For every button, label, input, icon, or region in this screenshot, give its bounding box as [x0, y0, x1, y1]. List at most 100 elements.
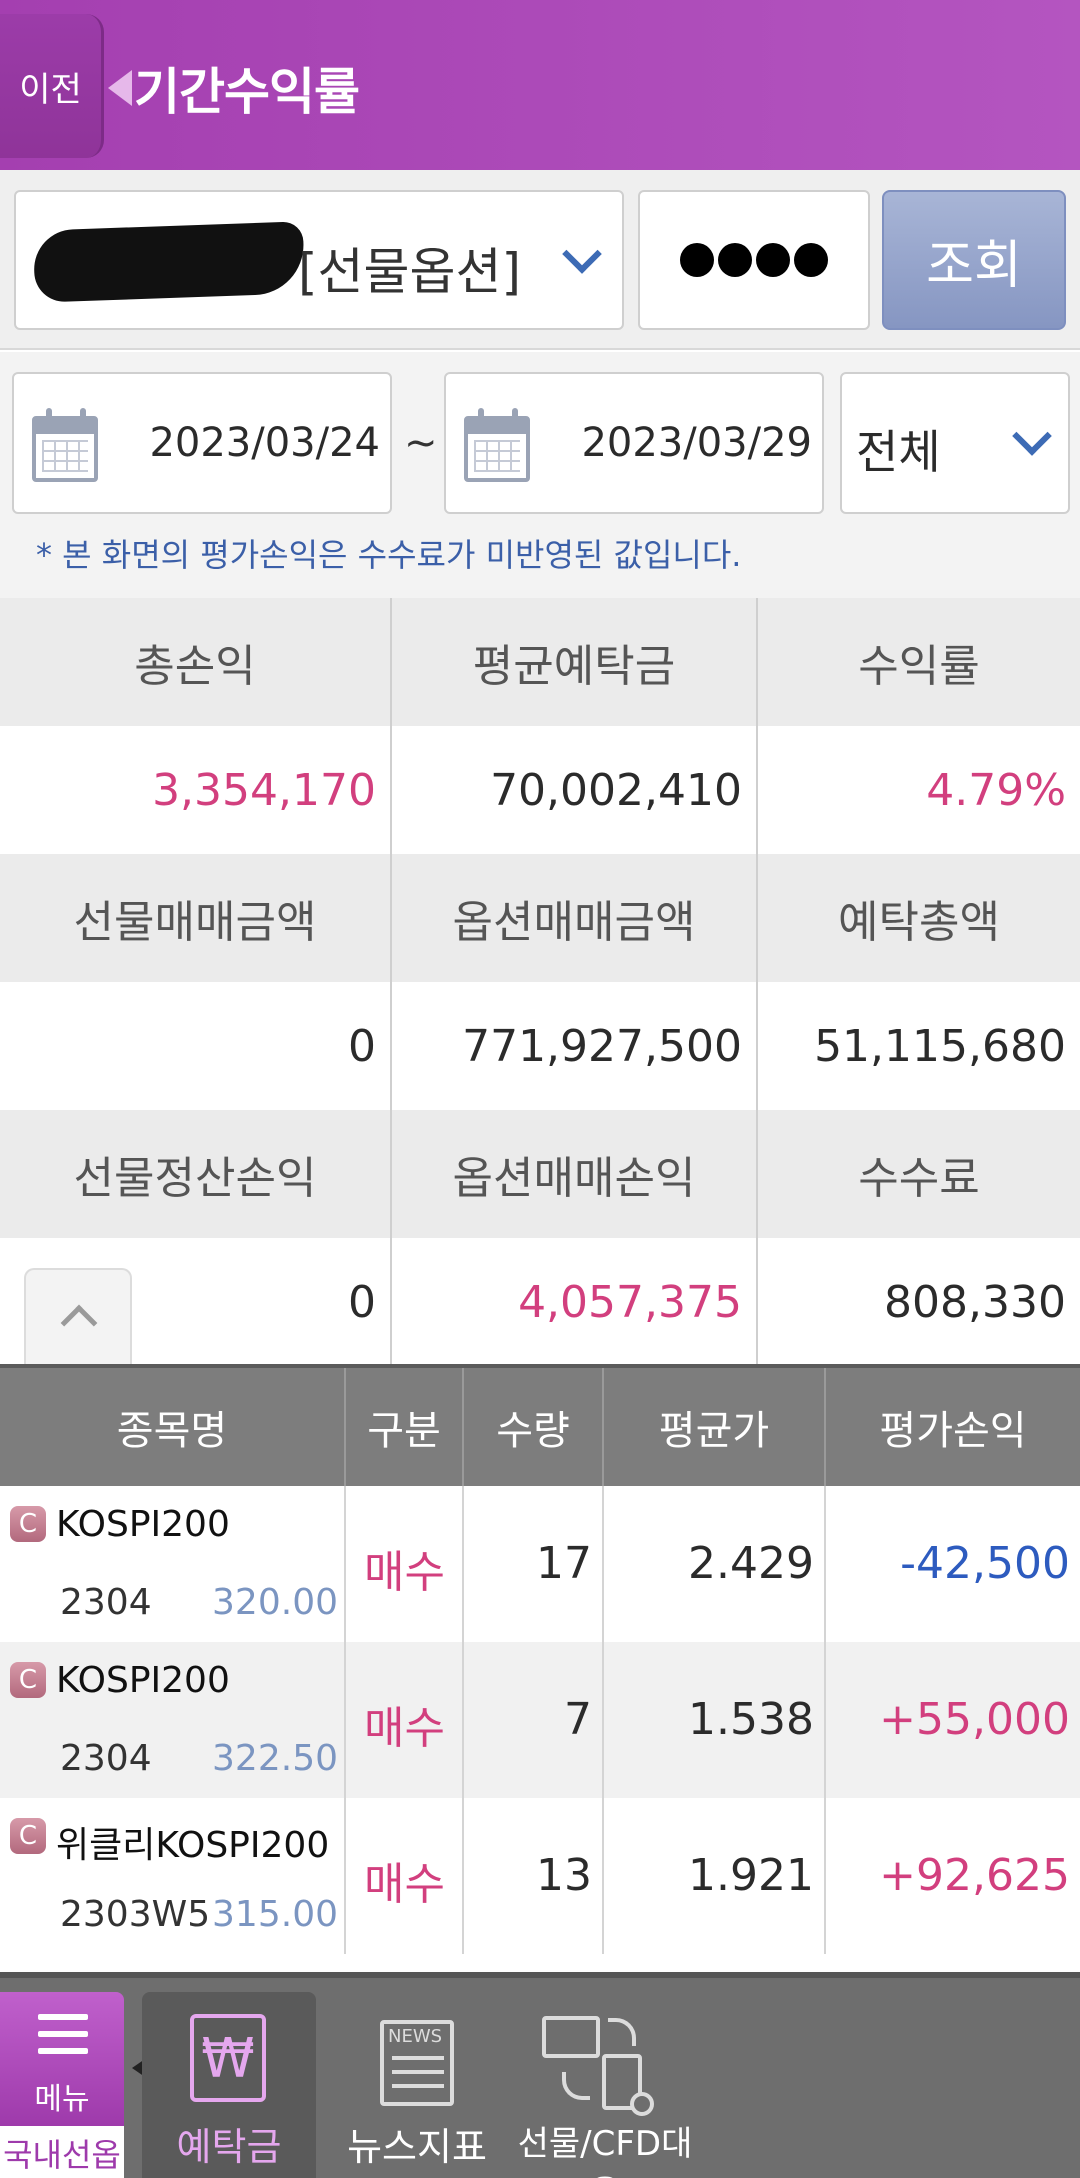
avg-deposit-label: 평균예탁금: [392, 598, 758, 726]
summary-value-row: 0 771,927,500 51,115,680: [0, 982, 1080, 1110]
summary-value-row: 3,354,170 70,002,410 4.79%: [0, 726, 1080, 854]
strike-price: 315.00: [212, 1894, 338, 1935]
side-value: 매수: [364, 1859, 445, 1910]
query-button[interactable]: 조회: [882, 190, 1066, 330]
chevron-down-icon: [562, 234, 602, 274]
password-dot: [718, 243, 752, 277]
commission-label: 수수료: [858, 1153, 980, 1204]
end-date-picker[interactable]: 2023/03/29: [444, 372, 824, 514]
collapse-button[interactable]: [24, 1268, 132, 1364]
summary-value-row: 0 4,057,375 808,330: [0, 1238, 1080, 1366]
date-separator: ~: [404, 420, 438, 466]
period-row: 2023/03/24 ~ 2023/03/29 전체 * 본 화면의 평가손익은…: [0, 352, 1080, 598]
commission-value: 808,330: [884, 1276, 1066, 1328]
total-pnl-label: 총손익: [0, 598, 392, 726]
summary-header-row: 총손익 평균예탁금 수익률: [0, 598, 1080, 726]
redacted-account-number: [32, 221, 306, 303]
col-instrument[interactable]: 종목명: [0, 1368, 346, 1486]
avg-price-value: 2.429: [688, 1538, 814, 1589]
futures-trade-amount-label: 선물매매금액: [0, 854, 392, 982]
won-icon: ₩: [190, 2014, 266, 2102]
account-select[interactable]: [선물옵션]: [14, 190, 624, 330]
exchange-icon: [542, 2016, 662, 2116]
start-date: 2023/03/24: [149, 420, 380, 466]
summary-grid: 총손익 평균예탁금 수익률 3,354,170 70,002,410 4.79%…: [0, 598, 1080, 1366]
qty-value: 17: [536, 1538, 592, 1589]
futures-trade-amount-value: 0: [0, 982, 392, 1110]
password-dot: [794, 243, 828, 277]
qty-value: 7: [564, 1694, 592, 1745]
password-field[interactable]: [638, 190, 870, 330]
account-row: [선물옵션] 조회: [0, 170, 1080, 350]
summary-header-row: 선물매매금액 옵션매매금액 예탁총액: [0, 854, 1080, 982]
back-arrow-icon: [108, 70, 132, 106]
avg-price-value: 1.921: [688, 1850, 814, 1901]
side-value: 매수: [364, 1703, 445, 1754]
nav-news-label: 뉴스지표: [347, 2125, 487, 2169]
col-eval-pnl[interactable]: 평가손익: [826, 1368, 1080, 1486]
total-deposit-label: 예탁총액: [838, 897, 1000, 948]
return-rate-value: 4.79%: [926, 764, 1066, 816]
nav-cfd[interactable]: 선물/CFD대응: [512, 1992, 698, 2178]
side-value: 매수: [364, 1547, 445, 1598]
col-side[interactable]: 구분: [346, 1368, 464, 1486]
options-trade-pnl-value: 4,057,375: [392, 1238, 758, 1366]
options-trade-amount-label: 옵션매매금액: [392, 854, 758, 982]
password-dot: [680, 243, 714, 277]
bottom-nav: 메뉴 국내선옵 ₩ 예탁금 NEWS 뉴스지표 선물/CFD대응: [0, 1972, 1080, 2178]
call-badge-icon: C: [10, 1506, 46, 1542]
table-row[interactable]: C KOSPI200 2304 322.50 매수 7 1.538 +55,00…: [0, 1642, 1080, 1798]
chevron-up-icon: [60, 1304, 98, 1342]
calendar-icon: [32, 408, 98, 482]
table-row[interactable]: C 위클리KOSPI200 2303W5 315.00 매수 13 1.921 …: [0, 1798, 1080, 1954]
hamburger-icon: [38, 2014, 88, 2054]
avg-price-value: 1.538: [688, 1694, 814, 1745]
total-pnl-value: 3,354,170: [0, 726, 392, 854]
strike-price: 320.00: [212, 1582, 338, 1623]
nav-deposit[interactable]: ₩ 예탁금: [142, 1992, 316, 2178]
instrument-name: 위클리KOSPI200: [56, 1825, 330, 1866]
menu-label: 메뉴: [34, 2082, 90, 2117]
page-title: 기간수익률: [134, 63, 360, 121]
eval-pnl-value: +92,625: [879, 1850, 1070, 1901]
holdings-header: 종목명 구분 수량 평균가 평가손익: [0, 1364, 1080, 1486]
options-trade-pnl-label: 옵션매매손익: [392, 1110, 758, 1238]
filter-select[interactable]: 전체: [840, 372, 1070, 514]
nav-deposit-label: 예탁금: [176, 2125, 282, 2169]
news-icon-text: NEWS: [388, 2026, 443, 2047]
instrument-name: KOSPI200: [56, 1660, 230, 1701]
nav-cfd-label: 선물/CFD대응: [517, 2124, 693, 2178]
back-label: 이전: [19, 69, 82, 110]
strike-price: 322.50: [212, 1738, 338, 1779]
total-deposit-value: 51,115,680: [814, 1020, 1066, 1072]
table-row[interactable]: C KOSPI200 2304 320.00 매수 17 2.429 -42,5…: [0, 1486, 1080, 1642]
qty-value: 13: [536, 1850, 592, 1901]
col-avg-price[interactable]: 평균가: [604, 1368, 826, 1486]
chevron-down-icon: [1012, 416, 1052, 456]
password-dot: [756, 243, 790, 277]
options-trade-amount-value: 771,927,500: [392, 982, 758, 1110]
menu-button[interactable]: 메뉴: [0, 1992, 124, 2126]
instrument-name: KOSPI200: [56, 1504, 230, 1545]
calendar-icon: [464, 408, 530, 482]
notice-text: * 본 화면의 평가손익은 수수료가 미반영된 값입니다.: [36, 536, 742, 574]
end-date: 2023/03/29: [581, 420, 812, 466]
summary-header-row: 선물정산손익 옵션매매손익 수수료: [0, 1110, 1080, 1238]
avg-deposit-value: 70,002,410: [392, 726, 758, 854]
futures-settlement-pnl-label: 선물정산손익: [0, 1110, 392, 1238]
domestic-futures-options-tab[interactable]: 국내선옵: [0, 2126, 124, 2178]
nav-news[interactable]: NEWS 뉴스지표: [330, 1992, 504, 2178]
call-badge-icon: C: [10, 1818, 46, 1854]
call-badge-icon: C: [10, 1662, 46, 1698]
eval-pnl-value: -42,500: [900, 1538, 1070, 1589]
back-button[interactable]: 이전: [0, 14, 104, 158]
instrument-code: 2303W5: [60, 1894, 211, 1935]
news-icon: NEWS: [380, 2020, 454, 2106]
return-rate-label: 수익률: [858, 641, 980, 692]
instrument-code: 2304: [60, 1738, 152, 1779]
col-qty[interactable]: 수량: [464, 1368, 604, 1486]
app-header: 이전 기간수익률: [0, 0, 1080, 170]
filter-value: 전체: [856, 425, 941, 479]
instrument-code: 2304: [60, 1582, 152, 1623]
start-date-picker[interactable]: 2023/03/24: [12, 372, 392, 514]
